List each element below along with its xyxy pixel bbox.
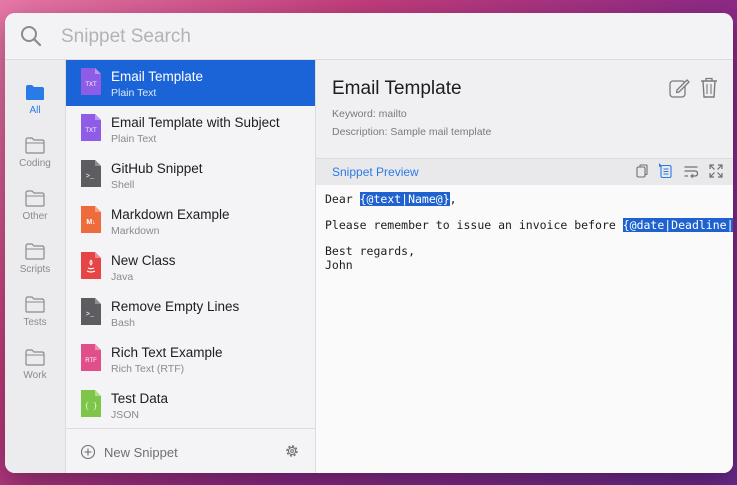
new-snippet-label: New Snippet: [104, 444, 178, 460]
snippet-title: Markdown Example: [111, 207, 230, 222]
txt-file-icon: TXT: [81, 114, 101, 141]
snippet-item[interactable]: TXT Email Template with Subject Plain Te…: [66, 106, 315, 152]
snippet-item[interactable]: >_ GitHub Snippet Shell: [66, 152, 315, 198]
expand-icon[interactable]: [708, 163, 724, 179]
snippet-language: Java: [111, 271, 134, 283]
snippet-language: Plain Text: [111, 87, 157, 99]
snippet-title: GitHub Snippet: [111, 161, 203, 176]
trash-button[interactable]: [698, 76, 720, 100]
svg-text:TXT: TXT: [85, 82, 97, 88]
snippet-language: Markdown: [111, 225, 160, 237]
snippet-title: Email Template: [111, 69, 204, 84]
snippet-item[interactable]: { } Test Data JSON: [66, 382, 315, 428]
java-file-icon: [81, 252, 101, 279]
svg-text:TXT: TXT: [85, 128, 97, 134]
category-label: All: [29, 105, 41, 116]
folder-icon: [25, 296, 45, 313]
preview-tab[interactable]: Snippet Preview: [332, 165, 419, 179]
snippet-language: Bash: [111, 317, 135, 329]
code-text: Please remember to issue an invoice befo…: [325, 218, 623, 232]
plus-circle-icon: [80, 444, 96, 460]
code-line: John: [325, 258, 353, 272]
search-input[interactable]: [59, 23, 703, 51]
snippet-language: Plain Text: [111, 133, 157, 145]
app-window: All Coding Other Scripts: [5, 13, 733, 473]
snippet-detail: Email Template Keyword: mailto Descripti…: [316, 60, 733, 473]
rtf-file-icon: RTF: [81, 344, 101, 371]
category-label: Coding: [19, 158, 51, 169]
category-coding[interactable]: Coding: [5, 137, 65, 183]
preview-toolbar: Snippet Preview: [316, 158, 733, 186]
shell-file-icon: >_: [81, 160, 101, 187]
snippet-title: Remove Empty Lines: [111, 299, 240, 314]
snippet-detail-title: Email Template: [332, 78, 462, 99]
snippet-item[interactable]: M↓ Markdown Example Markdown: [66, 198, 315, 244]
gear-icon[interactable]: [284, 443, 300, 459]
snippet-title: Email Template with Subject: [111, 115, 280, 130]
category-sidebar: All Coding Other Scripts Tests Work: [5, 60, 66, 473]
category-label: Other: [22, 211, 48, 222]
svg-text:>_: >_: [86, 173, 95, 181]
folder-icon: [25, 349, 45, 366]
snippet-title: Rich Text Example: [111, 345, 223, 360]
json-file-icon: { }: [81, 390, 101, 417]
svg-text:M↓: M↓: [86, 219, 95, 226]
folder-icon: [26, 85, 44, 100]
snippet-language: JSON: [111, 409, 140, 421]
copy-icon[interactable]: [634, 163, 650, 179]
new-snippet-button[interactable]: New Snippet: [80, 443, 178, 461]
snippet-keyword: Keyword: mailto: [332, 108, 407, 120]
bash-file-icon: >_: [81, 298, 101, 325]
code-line: Dear {@text|Name@},: [325, 192, 457, 206]
snippet-item[interactable]: New Class Java: [66, 244, 315, 290]
snippet-item[interactable]: TXT Email Template Plain Text: [66, 60, 315, 106]
folder-icon: [25, 243, 45, 260]
snippet-preview: Dear {@text|Name@}, Please remember to i…: [316, 185, 733, 473]
svg-text:RTF: RTF: [85, 358, 97, 364]
search-bar: [5, 13, 733, 60]
txt-file-icon: TXT: [81, 68, 101, 95]
code-line: Please remember to issue an invoice befo…: [325, 218, 733, 232]
snippet-list: TXT Email Template Plain Text TXT Email …: [66, 60, 316, 473]
svg-text:{ }: { }: [85, 403, 98, 411]
list-footer: New Snippet: [66, 428, 315, 473]
code-text: Dear: [325, 192, 360, 206]
highlight-icon[interactable]: [658, 163, 674, 179]
category-tests[interactable]: Tests: [5, 296, 65, 342]
snippet-item[interactable]: >_ Remove Empty Lines Bash: [66, 290, 315, 336]
snippet-title: New Class: [111, 253, 176, 268]
placeholder-token: {@date|Deadline|dd.: [622, 218, 733, 232]
edit-button[interactable]: [668, 77, 690, 99]
category-other[interactable]: Other: [5, 190, 65, 236]
code-text: ,: [449, 192, 457, 206]
snippet-language: Shell: [111, 179, 135, 191]
markdown-file-icon: M↓: [81, 206, 101, 233]
category-all[interactable]: All: [5, 84, 65, 130]
category-label: Tests: [23, 317, 47, 328]
category-label: Scripts: [19, 264, 51, 275]
search-icon: [21, 26, 42, 47]
category-scripts[interactable]: Scripts: [5, 243, 65, 289]
snippet-title: Test Data: [111, 391, 169, 406]
snippet-language: Rich Text (RTF): [111, 363, 185, 375]
folder-icon: [25, 190, 45, 207]
category-label: Work: [23, 370, 47, 381]
category-work[interactable]: Work: [5, 349, 65, 395]
wrap-icon[interactable]: [683, 163, 699, 179]
snippet-item[interactable]: RTF Rich Text Example Rich Text (RTF): [66, 336, 315, 382]
folder-icon: [25, 137, 45, 154]
placeholder-token: {@text|Name@}: [359, 192, 450, 206]
svg-text:>_: >_: [86, 311, 95, 319]
code-line: Best regards,: [325, 244, 416, 258]
snippet-description: Description: Sample mail template: [332, 126, 492, 138]
